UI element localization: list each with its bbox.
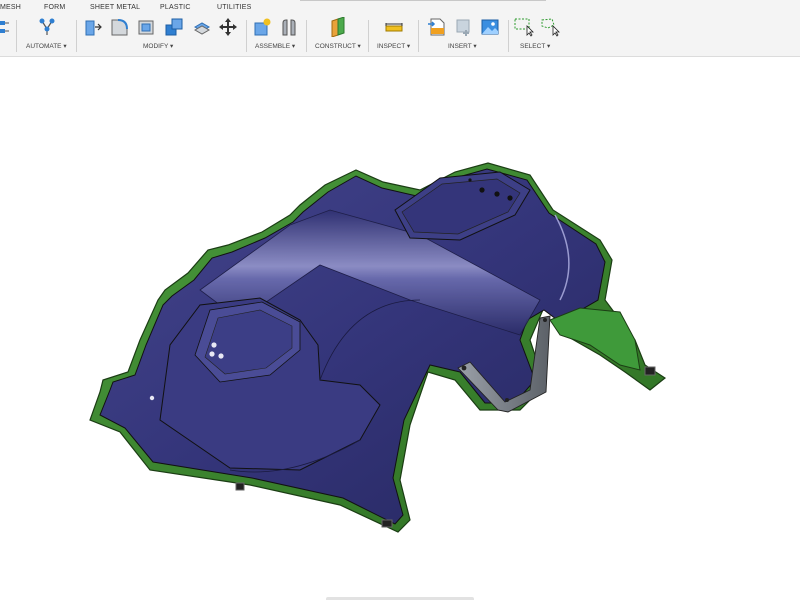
- clip: [235, 482, 245, 491]
- 3d-model-skid-plate[interactable]: [0, 57, 800, 600]
- hole: [479, 187, 485, 193]
- tab-utilities[interactable]: UTILITIES: [217, 4, 251, 11]
- window-select-icon[interactable]: [514, 17, 534, 37]
- separator: [16, 20, 17, 52]
- bracket-hole: [461, 365, 467, 371]
- sketch-icon[interactable]: [0, 17, 14, 37]
- hole: [149, 395, 155, 401]
- separator: [246, 20, 247, 52]
- separator: [418, 20, 419, 52]
- group-construct: CONSTRUCT ▾: [310, 16, 366, 56]
- insert-decal-icon[interactable]: [454, 17, 474, 37]
- offset-plane-icon[interactable]: [328, 17, 348, 37]
- toolbar-tabs: MESH FORM SHEET METAL PLASTIC UTILITIES: [0, 0, 800, 16]
- hole: [507, 195, 513, 201]
- offset-face-icon[interactable]: [192, 17, 212, 37]
- select-menu[interactable]: SELECT ▾: [520, 42, 550, 50]
- node-graph-icon[interactable]: [37, 17, 57, 37]
- tab-sheet-metal[interactable]: SHEET METAL: [90, 4, 140, 11]
- hole: [468, 178, 472, 182]
- group-inspect: INSPECT ▾: [372, 16, 416, 56]
- joint-icon[interactable]: [279, 17, 299, 37]
- separator: [368, 20, 369, 52]
- fillet-icon[interactable]: [109, 17, 129, 37]
- construct-menu[interactable]: CONSTRUCT ▾: [315, 42, 361, 50]
- tab-plastic[interactable]: PLASTIC: [160, 4, 191, 11]
- group-select: SELECT ▾: [512, 16, 568, 56]
- hole: [218, 353, 224, 359]
- tab-mesh[interactable]: MESH: [0, 4, 21, 11]
- canvas-viewport[interactable]: [0, 57, 800, 600]
- separator: [508, 20, 509, 52]
- group-partial: [0, 16, 12, 56]
- hole: [494, 191, 500, 197]
- group-insert: INSERT ▾: [422, 16, 506, 56]
- separator: [306, 20, 307, 52]
- insert-menu[interactable]: INSERT ▾: [448, 42, 477, 50]
- move-icon[interactable]: [218, 17, 238, 37]
- part-side-panel: [549, 307, 641, 371]
- tab-divider: [300, 0, 546, 1]
- group-automate: AUTOMATE ▾: [24, 16, 74, 56]
- press-pull-icon[interactable]: [83, 17, 103, 37]
- toolbar: MESH FORM SHEET METAL PLASTIC UTILITIES …: [0, 0, 800, 57]
- assemble-menu[interactable]: ASSEMBLE ▾: [255, 42, 295, 50]
- freeform-select-icon[interactable]: [540, 17, 560, 37]
- separator: [76, 20, 77, 52]
- hole: [211, 342, 217, 348]
- hole: [209, 351, 215, 357]
- tab-form[interactable]: FORM: [44, 4, 65, 11]
- inspect-menu[interactable]: INSPECT ▾: [377, 42, 410, 50]
- modify-menu[interactable]: MODIFY ▾: [143, 42, 173, 50]
- clip: [381, 519, 393, 528]
- clip: [644, 366, 656, 376]
- combine-icon[interactable]: [164, 17, 184, 37]
- shell-icon[interactable]: [136, 17, 156, 37]
- insert-svg-icon[interactable]: [427, 17, 447, 37]
- new-component-icon[interactable]: [252, 17, 272, 37]
- insert-canvas-icon[interactable]: [480, 17, 500, 37]
- bracket-hole: [505, 398, 509, 402]
- group-modify: MODIFY ▾: [80, 16, 244, 56]
- bracket-hole: [543, 318, 547, 322]
- measure-icon[interactable]: [384, 17, 404, 37]
- group-assemble: ASSEMBLE ▾: [250, 16, 304, 56]
- automate-menu[interactable]: AUTOMATE ▾: [26, 42, 67, 50]
